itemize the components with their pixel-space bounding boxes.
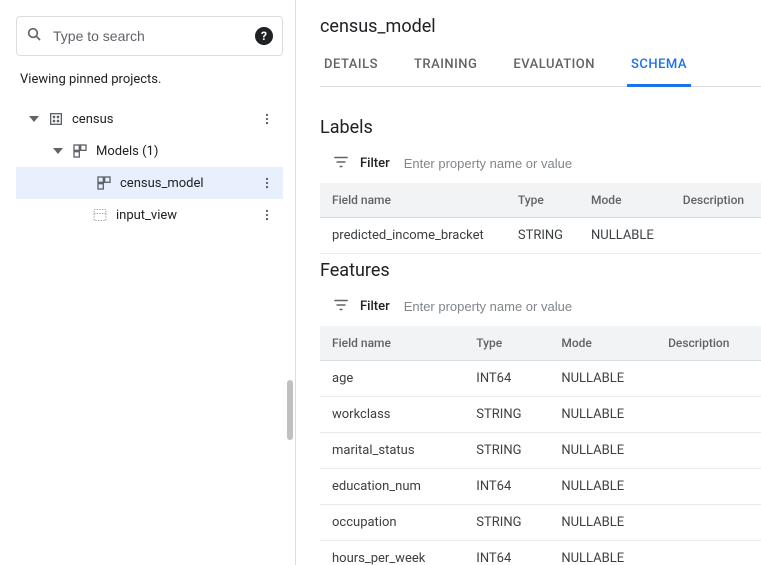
status-text: Viewing pinned projects. bbox=[16, 72, 283, 87]
col-field: Field name bbox=[320, 183, 506, 218]
tree-node-label: census_model bbox=[116, 176, 255, 191]
cell-field: marital_status bbox=[320, 433, 464, 469]
tree-node-models-folder[interactable]: Models (1) bbox=[16, 135, 283, 167]
tree: census Models (1) census_model bbox=[16, 103, 283, 231]
tab-details[interactable]: DETAILS bbox=[320, 57, 382, 87]
cell-mode: NULLABLE bbox=[549, 433, 656, 469]
cell-type: STRING bbox=[464, 433, 549, 469]
features-table: Field name Type Mode Description ageINT6… bbox=[320, 326, 761, 565]
tree-node-label: census bbox=[68, 112, 255, 127]
filter-label: Filter bbox=[360, 156, 390, 171]
view-icon bbox=[88, 207, 112, 223]
col-mode: Mode bbox=[579, 183, 671, 218]
cell-type: INT64 bbox=[464, 469, 549, 505]
cell-desc bbox=[656, 361, 761, 397]
chevron-down-icon[interactable] bbox=[24, 114, 44, 124]
tab-evaluation[interactable]: EVALUATION bbox=[509, 57, 599, 87]
scrollbar-thumb[interactable] bbox=[287, 380, 293, 440]
col-mode: Mode bbox=[549, 326, 656, 361]
cell-desc bbox=[656, 505, 761, 541]
tab-schema[interactable]: SCHEMA bbox=[627, 57, 691, 87]
search-wrap: ? bbox=[16, 16, 283, 56]
search-input[interactable] bbox=[16, 16, 283, 56]
chevron-down-icon[interactable] bbox=[48, 146, 68, 156]
cell-field: occupation bbox=[320, 505, 464, 541]
model-icon bbox=[92, 175, 116, 191]
labels-filter-row: Filter bbox=[320, 152, 761, 175]
tab-training[interactable]: TRAINING bbox=[410, 57, 481, 87]
cell-mode: NULLABLE bbox=[549, 361, 656, 397]
table-row: occupationSTRINGNULLABLE bbox=[320, 505, 761, 541]
dataset-icon bbox=[44, 111, 68, 127]
cell-mode: NULLABLE bbox=[579, 218, 671, 254]
cell-desc bbox=[656, 433, 761, 469]
table-row: ageINT64NULLABLE bbox=[320, 361, 761, 397]
col-desc: Description bbox=[671, 183, 761, 218]
filter-icon[interactable] bbox=[332, 153, 350, 175]
model-folder-icon bbox=[68, 143, 92, 159]
table-row: predicted_income_bracketSTRINGNULLABLE bbox=[320, 218, 761, 254]
cell-field: education_num bbox=[320, 469, 464, 505]
col-field: Field name bbox=[320, 326, 464, 361]
tree-node-label: input_view bbox=[112, 208, 255, 223]
labels-table: Field name Type Mode Description predict… bbox=[320, 183, 761, 254]
features-filter-input[interactable] bbox=[400, 295, 761, 318]
cell-type: INT64 bbox=[464, 361, 549, 397]
col-desc: Description bbox=[656, 326, 761, 361]
cell-type: STRING bbox=[464, 505, 549, 541]
col-type: Type bbox=[506, 183, 579, 218]
table-row: workclassSTRINGNULLABLE bbox=[320, 397, 761, 433]
cell-mode: NULLABLE bbox=[549, 541, 656, 565]
cell-mode: NULLABLE bbox=[549, 397, 656, 433]
help-icon[interactable]: ? bbox=[255, 27, 273, 45]
main-panel: census_model DETAILS TRAINING EVALUATION… bbox=[296, 0, 761, 565]
tree-node-label: Models (1) bbox=[92, 144, 279, 159]
labels-heading: Labels bbox=[320, 117, 761, 138]
tabs: DETAILS TRAINING EVALUATION SCHEMA bbox=[320, 57, 761, 87]
kebab-icon[interactable] bbox=[255, 208, 279, 222]
cell-desc bbox=[656, 541, 761, 565]
search-icon bbox=[26, 26, 42, 46]
filter-label: Filter bbox=[360, 299, 390, 314]
cell-desc bbox=[656, 397, 761, 433]
table-row: hours_per_weekINT64NULLABLE bbox=[320, 541, 761, 565]
cell-field: hours_per_week bbox=[320, 541, 464, 565]
cell-desc bbox=[671, 218, 761, 254]
table-row: education_numINT64NULLABLE bbox=[320, 469, 761, 505]
cell-type: STRING bbox=[506, 218, 579, 254]
tree-node-view[interactable]: input_view bbox=[16, 199, 283, 231]
cell-type: STRING bbox=[464, 397, 549, 433]
tree-node-project[interactable]: census bbox=[16, 103, 283, 135]
features-heading: Features bbox=[320, 260, 761, 281]
cell-mode: NULLABLE bbox=[549, 469, 656, 505]
cell-mode: NULLABLE bbox=[549, 505, 656, 541]
filter-icon[interactable] bbox=[332, 296, 350, 318]
cell-field: workclass bbox=[320, 397, 464, 433]
tree-node-model[interactable]: census_model bbox=[16, 167, 283, 199]
col-type: Type bbox=[464, 326, 549, 361]
cell-field: age bbox=[320, 361, 464, 397]
cell-field: predicted_income_bracket bbox=[320, 218, 506, 254]
kebab-icon[interactable] bbox=[255, 112, 279, 126]
cell-desc bbox=[656, 469, 761, 505]
sidebar: ? Viewing pinned projects. census Models… bbox=[0, 0, 296, 565]
table-row: marital_statusSTRINGNULLABLE bbox=[320, 433, 761, 469]
labels-filter-input[interactable] bbox=[400, 152, 761, 175]
cell-type: INT64 bbox=[464, 541, 549, 565]
kebab-icon[interactable] bbox=[255, 176, 279, 190]
page-title: census_model bbox=[320, 16, 761, 37]
features-filter-row: Filter bbox=[320, 295, 761, 318]
